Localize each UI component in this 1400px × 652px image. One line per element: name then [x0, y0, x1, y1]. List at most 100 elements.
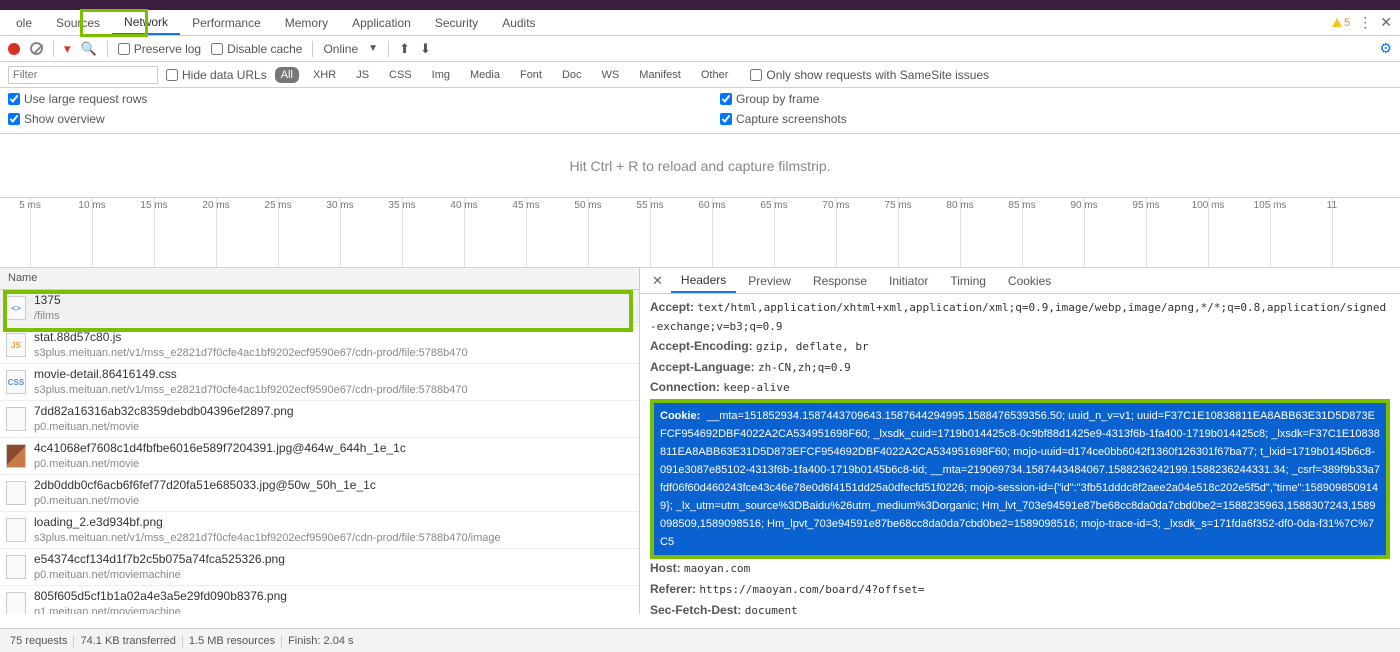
screenshots-checkbox[interactable]: Capture screenshots [720, 112, 1392, 126]
timeline-label: 95 ms [1132, 200, 1159, 211]
tab-preview[interactable]: Preview [738, 270, 801, 292]
warning-icon [1332, 18, 1342, 27]
file-type-icon [6, 481, 26, 505]
tab-headers[interactable]: Headers [671, 269, 736, 293]
request-domain: n1.meituan.net/moviemachine [34, 605, 287, 614]
file-type-icon [6, 444, 26, 468]
hide-data-urls-checkbox[interactable]: Hide data URLs [166, 68, 267, 82]
close-icon[interactable]: ✕ [1380, 14, 1392, 31]
clear-button[interactable] [30, 42, 43, 55]
file-type-icon: CSS [6, 370, 26, 394]
timeline-label: 40 ms [450, 200, 477, 211]
timeline-label: 65 ms [760, 200, 787, 211]
tab-initiator[interactable]: Initiator [879, 270, 938, 292]
samesite-checkbox[interactable]: Only show requests with SameSite issues [750, 68, 989, 82]
tab-console-trunc[interactable]: ole [4, 12, 44, 34]
filter-input[interactable] [8, 66, 158, 84]
warnings-count[interactable]: 5 [1332, 17, 1350, 29]
status-finish: Finish: 2.04 s [288, 635, 353, 647]
upload-har-icon[interactable]: ⬆ [399, 41, 410, 57]
header-cookie-highlight: Cookie: __mta=151852934.1587443709643.15… [650, 399, 1390, 559]
window-title-bar [0, 0, 1400, 10]
tab-response[interactable]: Response [803, 270, 877, 292]
type-other[interactable]: Other [695, 67, 735, 83]
chevron-down-icon[interactable]: ▼ [368, 43, 378, 54]
header-connection: Connection: keep-alive [650, 378, 1390, 397]
request-detail-pane: ✕ Headers Preview Response Initiator Tim… [640, 268, 1400, 614]
throttling-select[interactable]: Online [323, 42, 358, 56]
timeline-overview[interactable]: 5 ms10 ms15 ms20 ms25 ms30 ms35 ms40 ms4… [0, 198, 1400, 268]
tab-memory[interactable]: Memory [273, 12, 340, 34]
preserve-log-checkbox[interactable]: Preserve log [118, 42, 201, 56]
tab-audits[interactable]: Audits [490, 12, 547, 34]
type-all[interactable]: All [275, 67, 299, 83]
timeline-label: 55 ms [636, 200, 663, 211]
type-manifest[interactable]: Manifest [633, 67, 687, 83]
request-row[interactable]: 805f605d5cf1b1a02a4e3a5e29fd090b8376.png… [0, 586, 639, 614]
separator [107, 41, 108, 57]
filter-bar: Hide data URLs All XHR JS CSS Img Media … [0, 62, 1400, 88]
request-row[interactable]: JSstat.88d57c80.jss3plus.meituan.net/v1/… [0, 327, 639, 364]
header-accept-language: Accept-Language: zh-CN,zh;q=0.9 [650, 358, 1390, 377]
type-doc[interactable]: Doc [556, 67, 588, 83]
tab-timing[interactable]: Timing [940, 270, 996, 292]
timeline-label: 10 ms [78, 200, 105, 211]
samesite-label: Only show requests with SameSite issues [766, 68, 989, 82]
request-row[interactable]: 7dd82a16316ab32c8359debdb04396ef2897.png… [0, 401, 639, 438]
header-accept-encoding: Accept-Encoding: gzip, deflate, br [650, 337, 1390, 356]
header-host: Host: maoyan.com [650, 559, 1390, 578]
header-sec-fetch-dest: Sec-Fetch-Dest: document [650, 601, 1390, 614]
download-har-icon[interactable]: ⬇ [420, 41, 431, 57]
warnings-number: 5 [1344, 17, 1350, 29]
file-type-icon [6, 592, 26, 614]
name-column-header[interactable]: Name [0, 268, 639, 290]
header-referer: Referer: https://maoyan.com/board/4?offs… [650, 580, 1390, 599]
show-overview-checkbox[interactable]: Show overview [8, 112, 700, 126]
network-toolbar: ▾ 🔍 Preserve log Disable cache Online ▼ … [0, 36, 1400, 62]
request-list[interactable]: <>1375/filmsJSstat.88d57c80.jss3plus.mei… [0, 290, 639, 614]
settings-gear-icon[interactable]: ⚙ [1379, 40, 1392, 57]
type-css[interactable]: CSS [383, 67, 418, 83]
timeline-label: 25 ms [264, 200, 291, 211]
search-icon[interactable]: 🔍 [81, 41, 97, 57]
headers-body[interactable]: Accept: text/html,application/xhtml+xml,… [640, 294, 1400, 614]
filter-icon[interactable]: ▾ [64, 41, 71, 57]
request-name: e54374ccf134d1f7b2c5b075a74fca525326.png [34, 552, 285, 568]
type-js[interactable]: JS [350, 67, 375, 83]
request-row[interactable]: 4c41068ef7608c1d4fbfbe6016e589f7204391.j… [0, 438, 639, 475]
filmstrip-hint: Hit Ctrl + R to reload and capture films… [569, 158, 830, 174]
disable-cache-checkbox[interactable]: Disable cache [211, 42, 302, 56]
request-name: 2db0ddb0cf6acb6f6fef77d20fa51e685033.jpg… [34, 478, 376, 494]
network-main: Name <>1375/filmsJSstat.88d57c80.jss3plu… [0, 268, 1400, 614]
request-domain: p0.meituan.net/movie [34, 420, 294, 434]
request-row[interactable]: <>1375/films [0, 290, 639, 327]
request-row[interactable]: 2db0ddb0cf6acb6f6fef77d20fa51e685033.jpg… [0, 475, 639, 512]
group-frame-checkbox[interactable]: Group by frame [720, 92, 1392, 106]
tab-application[interactable]: Application [340, 12, 423, 34]
type-img[interactable]: Img [426, 67, 456, 83]
type-xhr[interactable]: XHR [307, 67, 342, 83]
large-rows-checkbox[interactable]: Use large request rows [8, 92, 700, 106]
file-type-icon [6, 555, 26, 579]
tab-cookies[interactable]: Cookies [998, 270, 1061, 292]
request-name: 1375 [34, 293, 61, 309]
request-row[interactable]: e54374ccf134d1f7b2c5b075a74fca525326.png… [0, 549, 639, 586]
tab-sources[interactable]: Sources [44, 12, 112, 34]
type-media[interactable]: Media [464, 67, 506, 83]
request-name: movie-detail.86416149.css [34, 367, 468, 383]
timeline-label: 100 ms [1192, 200, 1225, 211]
timeline-label: 15 ms [140, 200, 167, 211]
separator [312, 41, 313, 57]
tab-network[interactable]: Network [112, 11, 180, 35]
tab-security[interactable]: Security [423, 12, 490, 34]
close-detail-icon[interactable]: ✕ [646, 273, 669, 289]
type-font[interactable]: Font [514, 67, 548, 83]
request-row[interactable]: loading_2.e3d934bf.pngs3plus.meituan.net… [0, 512, 639, 549]
type-ws[interactable]: WS [596, 67, 626, 83]
request-name: 805f605d5cf1b1a02a4e3a5e29fd090b8376.png [34, 589, 287, 605]
more-icon[interactable]: ⋮ [1358, 14, 1372, 31]
request-row[interactable]: CSSmovie-detail.86416149.csss3plus.meitu… [0, 364, 639, 401]
tab-performance[interactable]: Performance [180, 12, 273, 34]
request-domain: p0.meituan.net/movie [34, 457, 406, 471]
record-button[interactable] [8, 43, 20, 55]
